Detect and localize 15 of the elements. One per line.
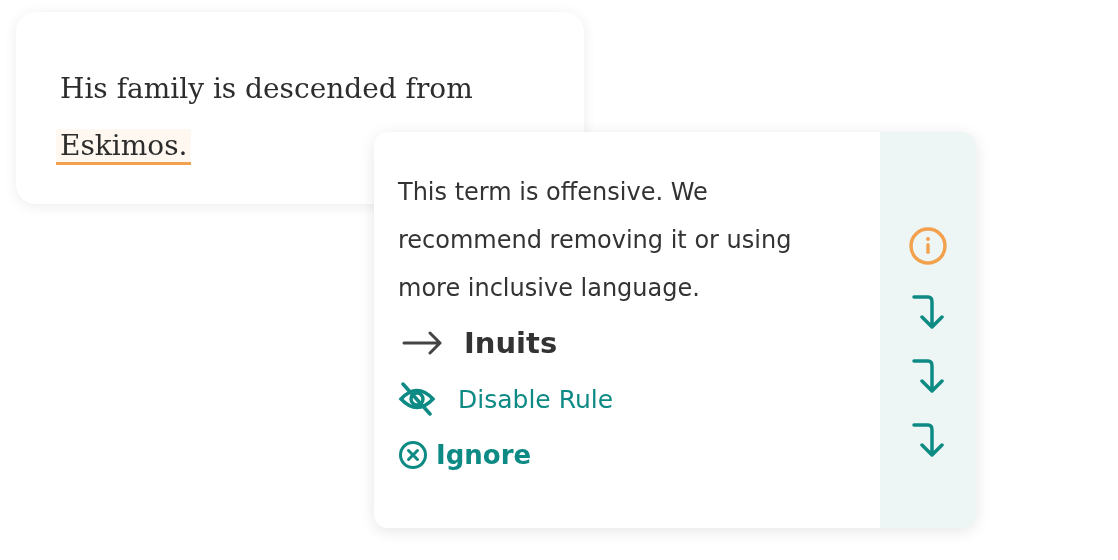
turn-down-arrow-icon [912,294,944,330]
turn-down-arrow-icon [912,422,944,458]
replacement-suggestion[interactable]: Inuits [464,326,558,360]
ignore-button[interactable]: Ignore [398,440,856,470]
close-circle-icon [398,440,428,470]
disable-rule-button[interactable]: Disable Rule [398,382,856,416]
flagged-term[interactable]: Eskimos. [56,129,192,165]
next-button[interactable] [912,294,944,330]
info-icon [908,226,948,266]
next-button[interactable] [912,422,944,458]
eye-slash-icon [398,382,436,416]
suggestion-message: This term is offensive. We recommend removing it or using more inclusive language. [398,177,793,304]
turn-down-arrow-icon [912,358,944,394]
next-button[interactable] [912,358,944,394]
arrow-right-icon [402,331,444,355]
